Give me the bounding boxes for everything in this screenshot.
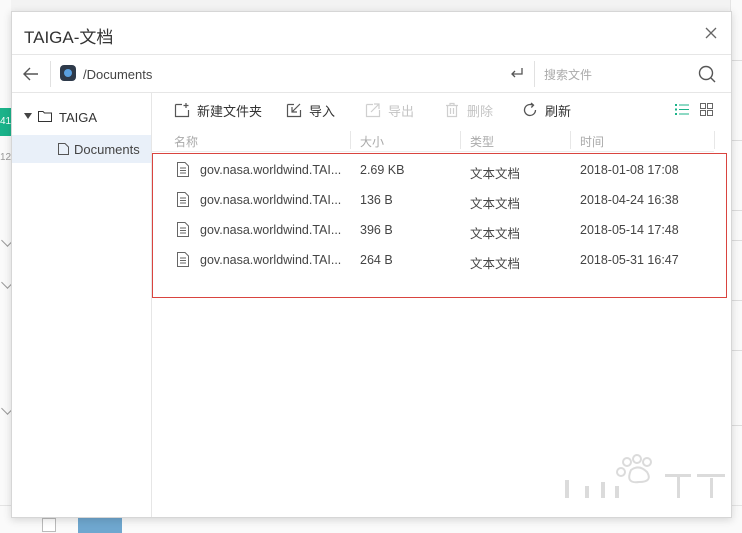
file-time: 2018-04-24 16:38: [580, 193, 679, 207]
toolbar: 新建文件夹 导入 导出 删除 刷新: [152, 93, 731, 127]
table-row[interactable]: gov.nasa.worldwind.TAI... 136 B 文本文档 201…: [152, 185, 731, 215]
column-divider[interactable]: [460, 131, 461, 149]
back-arrow-icon[interactable]: [21, 64, 41, 84]
file-size: 396 B: [360, 223, 393, 237]
folder-tree: TAIGA Documents: [12, 93, 152, 517]
import-button[interactable]: 导入: [286, 100, 335, 120]
delete-button[interactable]: 删除: [444, 100, 493, 120]
column-divider[interactable]: [714, 131, 715, 149]
grid-view-icon[interactable]: [700, 103, 713, 116]
path-breadcrumb[interactable]: /Documents: [83, 67, 152, 82]
export-icon: [365, 103, 381, 118]
refresh-label: 刷新: [545, 103, 572, 119]
text-file-icon: [177, 162, 189, 177]
background-number: 12: [0, 152, 11, 163]
background-divider: [731, 425, 742, 426]
file-type: 文本文档: [470, 167, 521, 181]
search-icon[interactable]: [697, 64, 717, 84]
text-file-icon: [177, 252, 189, 267]
background-divider: [731, 140, 742, 141]
divider: [50, 61, 51, 87]
table-row[interactable]: gov.nasa.worldwind.TAI... 396 B 文本文档 201…: [152, 215, 731, 245]
background-badge: 41: [0, 108, 11, 136]
file-type: 文本文档: [470, 197, 521, 211]
file-type: 文本文档: [470, 257, 521, 271]
enter-icon[interactable]: [509, 65, 525, 81]
table-row[interactable]: gov.nasa.worldwind.TAI... 264 B 文本文档 201…: [152, 245, 731, 275]
tree-item-documents[interactable]: Documents: [12, 135, 151, 163]
file-name: gov.nasa.worldwind.TAI...: [200, 163, 342, 177]
export-label: 导出: [388, 103, 415, 119]
tree-item-label: TAIGA: [59, 110, 98, 125]
background-divider: [731, 210, 742, 211]
file-type: 文本文档: [470, 227, 521, 241]
search-input[interactable]: [542, 63, 696, 87]
close-icon[interactable]: [703, 25, 719, 41]
file-name: gov.nasa.worldwind.TAI...: [200, 253, 342, 267]
document-icon: [58, 143, 69, 155]
text-file-icon: [177, 222, 189, 237]
column-divider[interactable]: [350, 131, 351, 149]
column-header-name[interactable]: 名称: [174, 133, 198, 149]
file-size: 136 B: [360, 193, 393, 207]
import-label: 导入: [309, 103, 336, 119]
background-divider: [731, 350, 742, 351]
column-header-size[interactable]: 大小: [360, 133, 384, 149]
table-row[interactable]: gov.nasa.worldwind.TAI... 2.69 KB 文本文档 2…: [152, 155, 731, 185]
new-folder-label: 新建文件夹: [197, 103, 263, 119]
file-size: 2.69 KB: [360, 163, 405, 177]
refresh-button[interactable]: 刷新: [522, 100, 571, 120]
file-time: 2018-01-08 17:08: [580, 163, 679, 177]
file-time: 2018-05-14 17:48: [580, 223, 679, 237]
file-size: 264 B: [360, 253, 393, 267]
file-dialog: TAIGA-文档 /Documents TAIGA: [11, 11, 732, 518]
folder-icon: [38, 111, 52, 122]
background-left-panel: [0, 0, 11, 532]
device-icon: [60, 65, 76, 81]
column-divider[interactable]: [570, 131, 571, 149]
file-name: gov.nasa.worldwind.TAI...: [200, 193, 342, 207]
export-button[interactable]: 导出: [365, 100, 414, 120]
tree-item-label: Documents: [74, 142, 140, 157]
new-folder-icon: [174, 103, 190, 118]
dialog-title: TAIGA-文档: [24, 28, 114, 47]
list-view-icon[interactable]: [675, 103, 689, 116]
refresh-icon: [523, 102, 537, 117]
address-bar: /Documents: [12, 55, 731, 93]
expand-arrow-icon[interactable]: [24, 113, 32, 119]
trash-icon: [446, 102, 458, 118]
divider: [534, 61, 535, 87]
new-folder-button[interactable]: 新建文件夹: [174, 100, 262, 120]
import-icon: [286, 103, 302, 118]
column-header-type[interactable]: 类型: [470, 133, 494, 149]
background-thumbnail: [78, 518, 122, 533]
background-checkbox: [42, 518, 56, 532]
table-header: 名称 大小 类型 时间: [152, 129, 715, 152]
file-name: gov.nasa.worldwind.TAI...: [200, 223, 342, 237]
title-bar: TAIGA-文档: [12, 12, 731, 55]
baidu-jingyan-watermark-logo: [565, 454, 725, 498]
background-divider: [731, 60, 742, 61]
tree-item-taiga[interactable]: TAIGA: [12, 105, 151, 129]
file-time: 2018-05-31 16:47: [580, 253, 679, 267]
background-divider: [731, 240, 742, 241]
text-file-icon: [177, 192, 189, 207]
delete-label: 删除: [467, 103, 494, 119]
column-header-time[interactable]: 时间: [580, 133, 604, 149]
background-divider: [731, 300, 742, 301]
